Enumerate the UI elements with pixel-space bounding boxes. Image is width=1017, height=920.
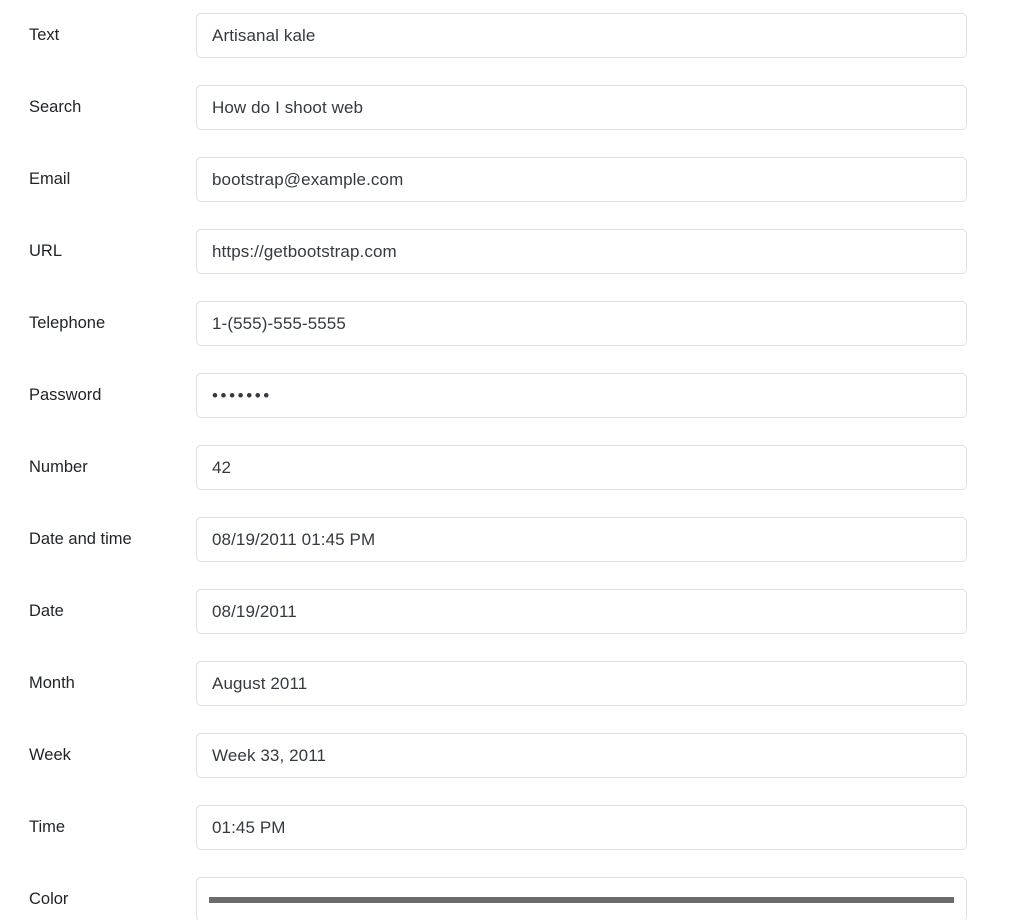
field-wrap-number: 42 bbox=[196, 445, 992, 490]
input-types-form: Text Artisanal kale Search How do I shoo… bbox=[0, 0, 1017, 920]
label-color: Color bbox=[0, 887, 196, 912]
field-wrap-time: 01:45 PM bbox=[196, 805, 992, 850]
field-wrap-password: ••••••• bbox=[196, 373, 992, 418]
label-password: Password bbox=[0, 383, 196, 408]
form-row-datetime: Date and time 08/19/2011 01:45 PM bbox=[0, 517, 1017, 562]
form-row-week: Week Week 33, 2011 bbox=[0, 733, 1017, 778]
form-row-month: Month August 2011 bbox=[0, 661, 1017, 706]
field-wrap-color bbox=[196, 877, 992, 920]
password-input[interactable]: ••••••• bbox=[196, 373, 967, 418]
field-wrap-email: bootstrap@example.com bbox=[196, 157, 992, 202]
field-wrap-date: 08/19/2011 bbox=[196, 589, 992, 634]
email-input[interactable]: bootstrap@example.com bbox=[196, 157, 967, 202]
form-row-number: Number 42 bbox=[0, 445, 1017, 490]
field-wrap-datetime: 08/19/2011 01:45 PM bbox=[196, 517, 992, 562]
form-row-date: Date 08/19/2011 bbox=[0, 589, 1017, 634]
form-row-telephone: Telephone 1-(555)-555-5555 bbox=[0, 301, 1017, 346]
field-wrap-search: How do I shoot web bbox=[196, 85, 992, 130]
form-row-time: Time 01:45 PM bbox=[0, 805, 1017, 850]
url-input[interactable]: https://getbootstrap.com bbox=[196, 229, 967, 274]
label-month: Month bbox=[0, 671, 196, 696]
label-time: Time bbox=[0, 815, 196, 840]
text-input[interactable]: Artisanal kale bbox=[196, 13, 967, 58]
datetime-input[interactable]: 08/19/2011 01:45 PM bbox=[196, 517, 967, 562]
label-url: URL bbox=[0, 239, 196, 264]
search-input[interactable]: How do I shoot web bbox=[196, 85, 967, 130]
color-swatch bbox=[209, 897, 954, 903]
field-wrap-telephone: 1-(555)-555-5555 bbox=[196, 301, 992, 346]
form-row-color: Color bbox=[0, 877, 1017, 920]
time-input[interactable]: 01:45 PM bbox=[196, 805, 967, 850]
form-row-url: URL https://getbootstrap.com bbox=[0, 229, 1017, 274]
label-date: Date bbox=[0, 599, 196, 624]
form-row-email: Email bootstrap@example.com bbox=[0, 157, 1017, 202]
form-row-password: Password ••••••• bbox=[0, 373, 1017, 418]
form-row-text: Text Artisanal kale bbox=[0, 13, 1017, 58]
label-telephone: Telephone bbox=[0, 311, 196, 336]
label-number: Number bbox=[0, 455, 196, 480]
field-wrap-text: Artisanal kale bbox=[196, 13, 992, 58]
month-input[interactable]: August 2011 bbox=[196, 661, 967, 706]
date-input[interactable]: 08/19/2011 bbox=[196, 589, 967, 634]
field-wrap-week: Week 33, 2011 bbox=[196, 733, 992, 778]
color-input[interactable] bbox=[196, 877, 967, 920]
form-row-search: Search How do I shoot web bbox=[0, 85, 1017, 130]
label-text: Text bbox=[0, 23, 196, 48]
field-wrap-month: August 2011 bbox=[196, 661, 992, 706]
label-search: Search bbox=[0, 95, 196, 120]
week-input[interactable]: Week 33, 2011 bbox=[196, 733, 967, 778]
label-week: Week bbox=[0, 743, 196, 768]
label-datetime: Date and time bbox=[0, 527, 196, 552]
label-email: Email bbox=[0, 167, 196, 192]
telephone-input[interactable]: 1-(555)-555-5555 bbox=[196, 301, 967, 346]
number-input[interactable]: 42 bbox=[196, 445, 967, 490]
field-wrap-url: https://getbootstrap.com bbox=[196, 229, 992, 274]
